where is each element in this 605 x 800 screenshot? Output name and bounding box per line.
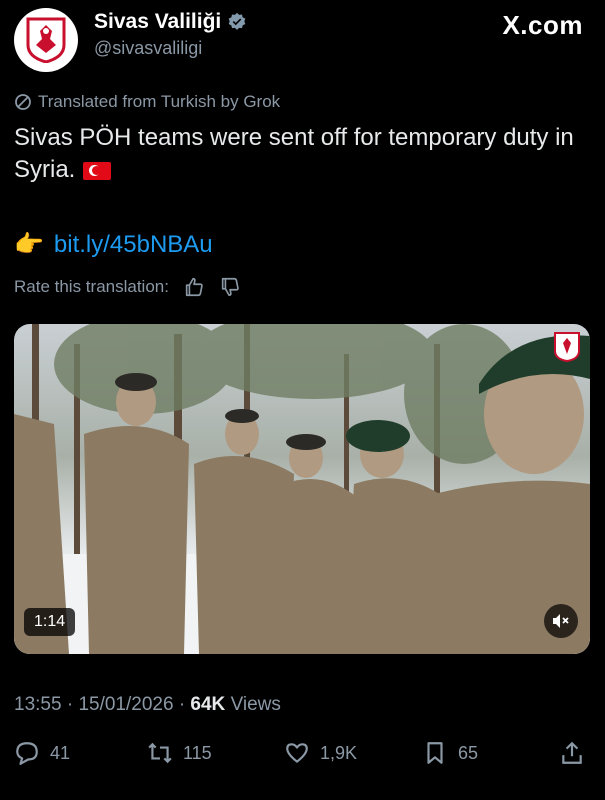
turkish-flag-icon [83,161,112,180]
repost-button[interactable]: 115 [147,740,212,766]
channel-watermark-logo [554,332,580,362]
bookmark-icon [427,742,443,764]
rate-translation-row: Rate this translation: [14,276,241,298]
avatar[interactable] [14,8,78,72]
bookmark-count: 65 [458,742,479,763]
rate-translation-label: Rate this translation: [14,277,169,296]
meta-separator: · [66,694,74,715]
heart-icon [286,743,308,763]
meta-separator: · [178,694,186,715]
video-frame [14,324,590,654]
tweet-header: Sivas Valiliği @sivasvaliligi X.com [14,8,591,72]
reply-button[interactable]: 41 [14,740,70,766]
translation-label: Translated from Turkish by Grok [38,92,281,111]
verified-badge-icon [228,12,246,30]
tweet-text: Sivas PÖH teams were sent off for tempor… [14,122,574,186]
tweet-link[interactable]: bit.ly/45bNBAu [54,231,213,259]
video-duration: 1:14 [24,608,76,636]
sivas-seal-logo-icon [26,17,66,63]
reply-count: 41 [50,742,71,763]
bookmark-button[interactable]: 65 [422,740,478,766]
like-button[interactable]: 1,9K [284,740,357,766]
thumbs-down-icon[interactable] [219,276,241,298]
reply-icon [16,742,38,765]
speaker-muted-icon [553,614,569,628]
share-icon [562,741,582,764]
grok-icon [15,94,31,110]
video-player[interactable]: 1:14 [14,324,590,654]
mute-button[interactable] [544,604,578,638]
display-name[interactable]: Sivas Valiliği [94,10,221,34]
tweet-date[interactable]: 15/01/2026 [78,694,173,715]
action-bar: 41 115 1,9K 65 [14,740,589,776]
account-names: Sivas Valiliği @sivasvaliligi [94,10,247,59]
views-count: 64K [190,694,226,715]
like-count: 1,9K [320,742,358,763]
thumbs-up-icon[interactable] [183,276,205,298]
share-button[interactable] [559,740,585,766]
tweet-meta: 13:55 · 15/01/2026 · 64K Views [14,694,281,716]
display-name-row[interactable]: Sivas Valiliği [94,10,247,34]
views-label: Views [230,694,281,715]
handle[interactable]: @sivasvaliligi [94,38,247,59]
tweet-time[interactable]: 13:55 [14,694,62,715]
translation-notice: Translated from Turkish by Grok [14,92,280,112]
site-label: X.com [502,10,583,40]
repost-count: 115 [183,742,212,763]
repost-icon [148,742,172,764]
pointing-hand-icon: 👉 [14,231,44,258]
link-row: 👉 bit.ly/45bNBAu [14,230,213,259]
